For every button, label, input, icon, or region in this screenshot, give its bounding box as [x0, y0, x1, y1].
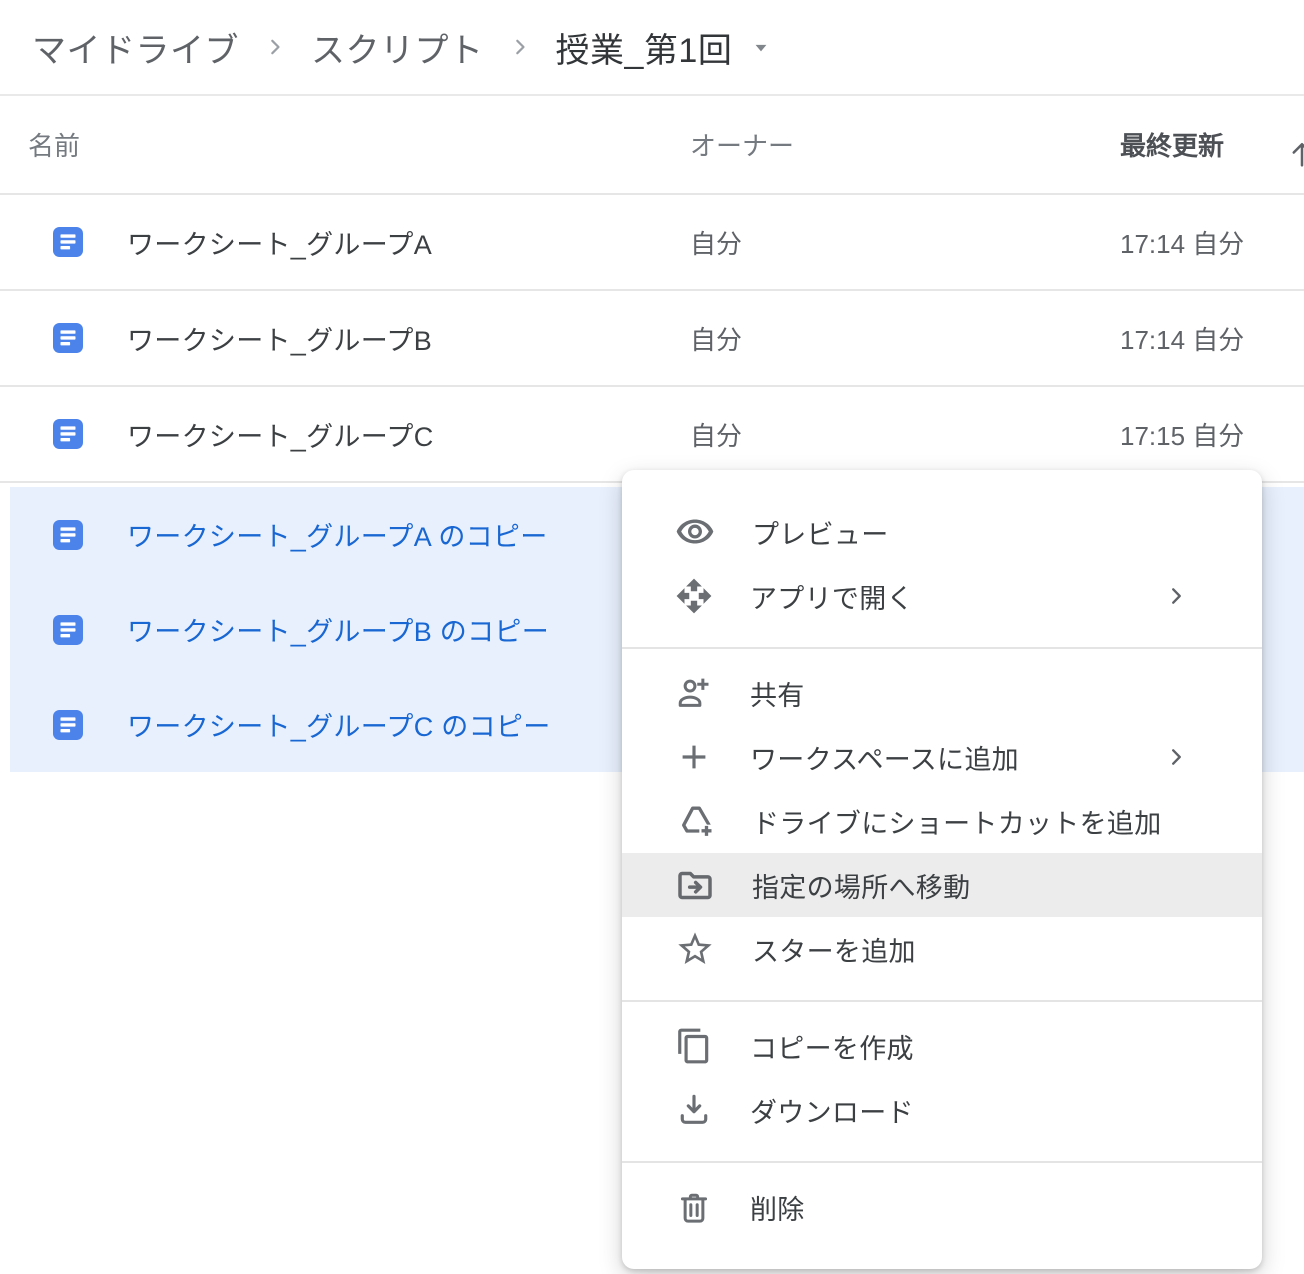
context-menu: プレビューアプリで開く共有ワークスペースに追加ドライブにショートカットを追加指定… — [622, 470, 1262, 1269]
breadcrumb-item[interactable]: マイドライブ — [32, 23, 239, 72]
file-name: ワークシート_グループB のコピー — [127, 610, 549, 649]
menu-item-label: 削除 — [750, 1188, 805, 1227]
column-header-name[interactable]: 名前 — [0, 126, 690, 163]
trash-icon — [675, 1188, 713, 1226]
doc-file-icon — [53, 227, 83, 257]
file-name: ワークシート_グループB — [127, 319, 432, 358]
drive-file-browser: マイドライブ スクリプト 授業_第1回 名前 オーナー 最終更新 ワークシート_グル… — [0, 0, 1304, 772]
open-with-icon — [675, 577, 713, 615]
file-modified: 17:14 自分 — [1120, 224, 1304, 261]
doc-file-icon — [53, 615, 83, 645]
breadcrumb-chevron-icon — [508, 35, 532, 59]
file-name-cell: ワークシート_グループB — [0, 319, 690, 358]
context-menu-section: 共有ワークスペースに追加ドライブにショートカットを追加指定の場所へ移動スターを追… — [622, 647, 1262, 1000]
folder-move-icon — [675, 865, 715, 905]
column-header-modified[interactable]: 最終更新 — [1120, 126, 1304, 163]
breadcrumb-item[interactable]: 授業_第1回 — [556, 23, 733, 72]
menu-item-download[interactable]: ダウンロード — [622, 1078, 1262, 1142]
doc-file-icon — [53, 323, 83, 353]
eye-icon — [675, 512, 715, 552]
sort-ascending-icon[interactable] — [1284, 136, 1304, 172]
menu-item-label: スターを追加 — [752, 930, 916, 969]
menu-item-open-with[interactable]: アプリで開く — [622, 564, 1262, 628]
file-name-cell: ワークシート_グループC — [0, 415, 690, 454]
doc-file-icon — [53, 710, 83, 740]
context-menu-section: 削除 — [622, 1161, 1262, 1269]
download-icon — [675, 1091, 713, 1129]
file-name: ワークシート_グループC — [127, 415, 434, 454]
file-name: ワークシート_グループA のコピー — [127, 515, 548, 554]
menu-item-label: 共有 — [750, 674, 805, 713]
breadcrumb: マイドライブ スクリプト 授業_第1回 — [0, 0, 1304, 96]
file-row[interactable]: ワークシート_グループA 自分17:14 自分 — [0, 195, 1304, 291]
menu-item-trash[interactable]: 削除 — [622, 1175, 1262, 1239]
menu-item-label: ドライブにショートカットを追加 — [752, 802, 1162, 841]
menu-item-label: プレビュー — [752, 513, 889, 552]
file-name-cell: ワークシート_グループA のコピー — [10, 515, 700, 554]
file-table-header: 名前 オーナー 最終更新 — [0, 96, 1304, 195]
breadcrumb-chevron-icon — [263, 35, 287, 59]
submenu-chevron-right-icon — [1162, 743, 1190, 771]
context-menu-section: コピーを作成ダウンロード — [622, 1000, 1262, 1161]
menu-item-eye[interactable]: プレビュー — [622, 500, 1262, 564]
file-name-cell: ワークシート_グループC のコピー — [10, 705, 700, 744]
context-menu-section: プレビューアプリで開く — [622, 470, 1262, 647]
menu-item-person-add[interactable]: 共有 — [622, 661, 1262, 725]
doc-file-icon — [53, 520, 83, 550]
file-name-cell: ワークシート_グループA — [0, 223, 690, 262]
column-header-owner[interactable]: オーナー — [690, 126, 1120, 163]
menu-item-folder-move[interactable]: 指定の場所へ移動 — [622, 853, 1262, 917]
menu-item-label: ワークスペースに追加 — [750, 738, 1019, 777]
drive-shortcut-icon — [675, 801, 715, 841]
doc-file-icon — [53, 419, 83, 449]
file-name: ワークシート_グループA — [127, 223, 432, 262]
star-icon — [675, 929, 715, 969]
menu-item-star[interactable]: スターを追加 — [622, 917, 1262, 981]
copy-icon — [675, 1027, 713, 1065]
file-row[interactable]: ワークシート_グループB 自分17:14 自分 — [0, 291, 1304, 387]
menu-item-plus[interactable]: ワークスペースに追加 — [622, 725, 1262, 789]
submenu-chevron-right-icon — [1162, 582, 1190, 610]
menu-item-label: コピーを作成 — [750, 1027, 914, 1066]
plus-icon — [675, 738, 713, 776]
menu-item-label: ダウンロード — [750, 1091, 914, 1130]
menu-item-label: 指定の場所へ移動 — [752, 866, 970, 905]
file-modified: 17:14 自分 — [1120, 320, 1304, 357]
file-list: ワークシート_グループA自分17:14 自分ワークシート_グループB自分17:1… — [0, 195, 1304, 483]
file-owner: 自分 — [690, 320, 1120, 357]
file-owner: 自分 — [690, 416, 1120, 453]
file-modified: 17:15 自分 — [1120, 416, 1304, 453]
person-add-icon — [675, 674, 713, 712]
file-name: ワークシート_グループC のコピー — [127, 705, 551, 744]
menu-item-label: アプリで開く — [750, 577, 914, 616]
file-row[interactable]: ワークシート_グループC 自分17:15 自分 — [0, 387, 1304, 483]
file-owner: 自分 — [690, 224, 1120, 261]
menu-item-copy[interactable]: コピーを作成 — [622, 1014, 1262, 1078]
breadcrumb-item[interactable]: スクリプト — [311, 23, 484, 72]
menu-item-drive-shortcut[interactable]: ドライブにショートカットを追加 — [622, 789, 1262, 853]
dropdown-caret-icon[interactable] — [748, 34, 774, 60]
file-name-cell: ワークシート_グループB のコピー — [10, 610, 700, 649]
